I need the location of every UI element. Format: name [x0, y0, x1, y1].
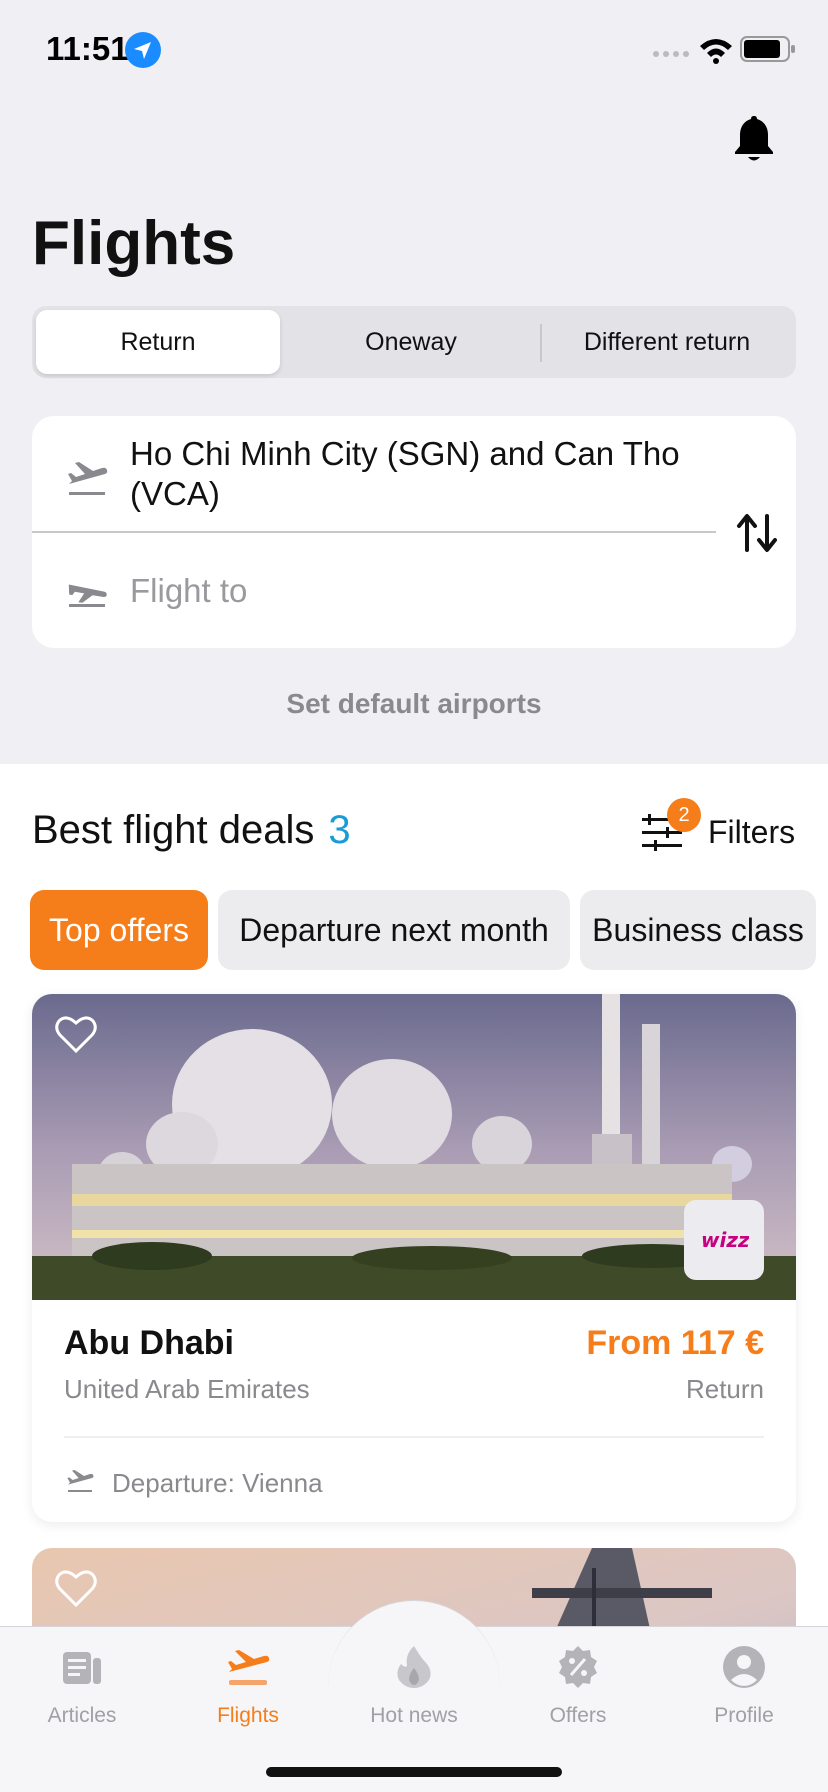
articles-icon	[63, 1652, 101, 1684]
deal-card[interactable]: wizz Abu Dhabi United Arab Emirates From…	[32, 994, 796, 1522]
airplane-icon	[228, 1650, 270, 1685]
departure-plane-icon	[67, 1470, 94, 1492]
page-title: Flights	[32, 209, 236, 278]
battery-icon	[740, 36, 795, 62]
card-divider	[64, 1436, 764, 1438]
wizz-logo-icon: wizz	[701, 1228, 749, 1252]
tab-label-articles: Articles	[47, 1704, 117, 1727]
flame-icon	[397, 1646, 431, 1688]
tab-label-offers: Offers	[549, 1704, 607, 1727]
cellular-signal-icon	[653, 51, 689, 57]
filters-button[interactable]: Filters	[708, 814, 795, 851]
deal-price: From 117 €	[586, 1324, 764, 1362]
percent-badge-icon	[559, 1646, 597, 1688]
deals-title: Best flight deals	[32, 808, 315, 852]
home-indicator	[266, 1767, 562, 1777]
tab-label-hot-news: Hot news	[370, 1704, 458, 1727]
location-arrow-icon	[125, 32, 161, 68]
svg-text:wizz: wizz	[701, 1228, 749, 1252]
departure-city: Departure: Vienna	[112, 1468, 323, 1498]
tab-offers[interactable]: Offers	[508, 1640, 648, 1730]
swap-airports-icon[interactable]	[734, 510, 780, 556]
chip-departure-next-month[interactable]: Departure next month	[218, 890, 570, 970]
tab-flights[interactable]: Flights	[178, 1640, 318, 1730]
plane-takeoff-icon	[68, 462, 108, 495]
tab-profile[interactable]: Profile	[674, 1640, 814, 1730]
tab-different-return[interactable]: Different return	[542, 310, 792, 374]
deal-trip-type: Return	[685, 1374, 764, 1404]
destination-airport-field[interactable]: Flight to	[130, 572, 247, 610]
destination-photo	[32, 994, 796, 1300]
destination-country: United Arab Emirates	[64, 1374, 310, 1404]
status-time: 11:51	[46, 30, 129, 67]
tab-articles[interactable]: Articles	[12, 1640, 152, 1730]
destination-city: Abu Dhabi	[64, 1324, 234, 1362]
tab-label-profile: Profile	[714, 1704, 774, 1727]
tab-oneway[interactable]: Oneway	[284, 310, 538, 374]
trip-type-selector: Return Oneway Different return	[32, 306, 796, 378]
flight-search-card: Ho Chi Minh City (SGN) and Can Tho (VCA)…	[32, 416, 796, 648]
favorite-heart-icon[interactable]	[54, 1014, 98, 1054]
chip-business-class[interactable]: Business class	[580, 890, 816, 970]
airline-logo: wizz	[684, 1200, 764, 1280]
tab-return[interactable]: Return	[36, 310, 280, 374]
filters-count-badge: 2	[667, 798, 701, 832]
favorite-heart-icon[interactable]	[54, 1568, 98, 1608]
departure-airport-field[interactable]: Ho Chi Minh City (SGN) and Can Tho (VCA)	[130, 434, 700, 514]
tab-label-flights: Flights	[217, 1704, 279, 1727]
search-section	[0, 0, 828, 764]
field-divider	[32, 531, 716, 533]
chip-top-offers[interactable]: Top offers	[30, 890, 208, 970]
tab-hot-news[interactable]: Hot news	[344, 1640, 484, 1730]
notifications-bell-icon[interactable]	[732, 114, 776, 164]
deals-heading: Best flight deals 3	[32, 808, 351, 853]
set-default-airports-link[interactable]: Set default airports	[0, 688, 828, 720]
deals-count: 3	[328, 808, 351, 852]
person-icon	[723, 1646, 765, 1688]
plane-landing-icon	[68, 584, 107, 607]
wifi-icon	[700, 39, 732, 64]
